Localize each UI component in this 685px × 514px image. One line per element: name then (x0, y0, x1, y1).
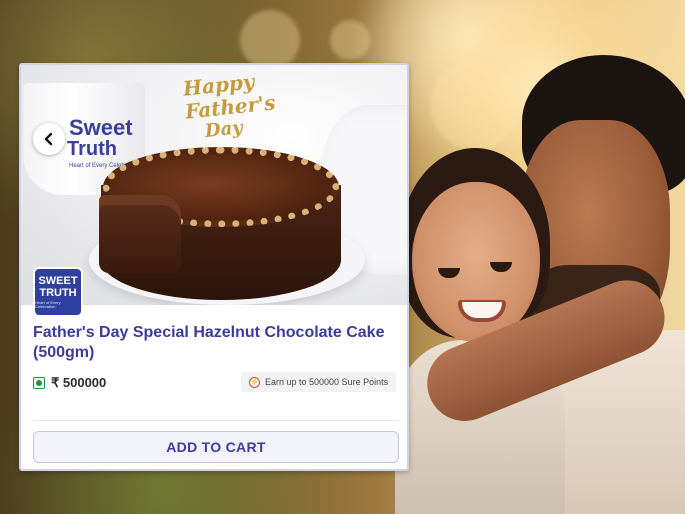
chevron-left-icon (44, 132, 53, 146)
price-row: ₹ 500000 (33, 375, 106, 391)
add-to-cart-button[interactable]: ADD TO CART (33, 431, 399, 463)
brand-badge-line2: TRUTH (39, 286, 77, 299)
veg-indicator-icon (33, 377, 45, 389)
mug-logo-line2: Truth (67, 138, 117, 160)
brand-logo-badge: SWEET TRUTH Heart of Every Celebration (33, 267, 83, 317)
back-button[interactable] (33, 123, 65, 155)
brand-badge-line1: SWEET (38, 274, 78, 287)
bokeh-light (240, 10, 300, 70)
product-card: Sweet Truth Heart of Every Celebration H… (19, 63, 409, 471)
cake-slice (99, 195, 181, 273)
bokeh-light (430, 60, 520, 150)
mug-logo-line1: Sweet (69, 115, 133, 140)
product-price: ₹ 500000 (51, 375, 107, 390)
sure-points-icon: ⚡ (249, 376, 260, 388)
brand-badge-tagline: Heart of Every Celebration (35, 299, 61, 309)
bokeh-light (330, 20, 370, 60)
product-title: Father's Day Special Hazelnut Chocolate … (33, 324, 385, 361)
sure-points-badge: ⚡ Earn up to 500000 Sure Points (241, 372, 397, 392)
cake-topper-line3: Day (204, 117, 244, 142)
sure-points-text: Earn up to 500000 Sure Points (265, 377, 389, 387)
divider (33, 420, 399, 421)
